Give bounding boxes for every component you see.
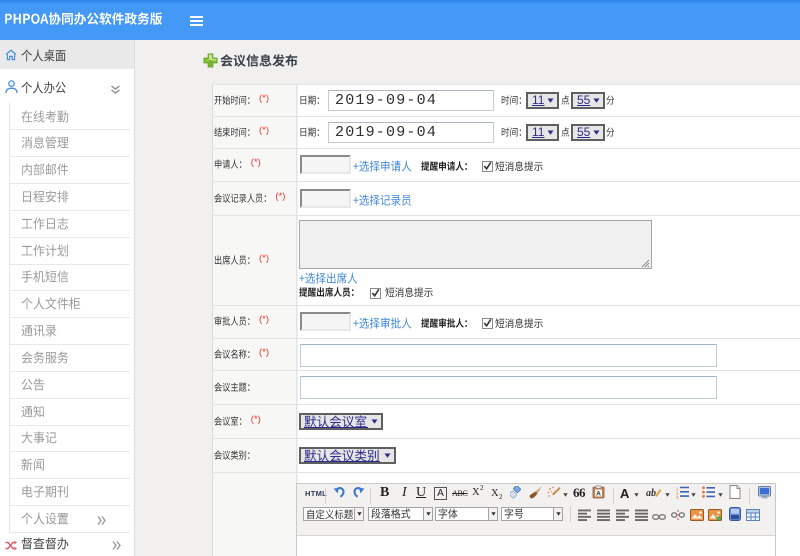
svg-text:A: A xyxy=(596,491,601,498)
svg-text:3: 3 xyxy=(676,495,679,499)
svg-text:ab: ab xyxy=(646,488,656,499)
